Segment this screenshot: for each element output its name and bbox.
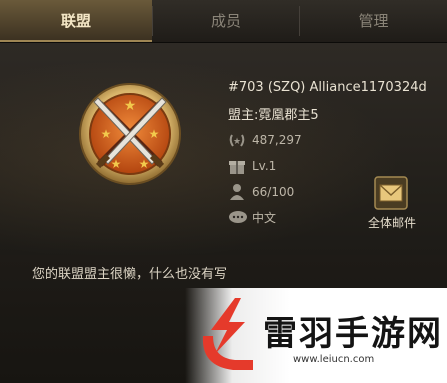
alliance-emblem-icon[interactable]: ★ ★ ★ ★ ★ (70, 72, 190, 196)
watermark-logo-icon (197, 296, 259, 378)
alliance-name: #703 (SZQ) Alliance1170324d (228, 80, 427, 95)
svg-text:★: ★ (139, 157, 150, 171)
tab-members[interactable]: 成员 (153, 0, 299, 42)
alliance-mail-button[interactable]: 全体邮件 (356, 176, 428, 232)
svg-text:★: ★ (101, 127, 112, 141)
svg-text:★: ★ (124, 98, 137, 114)
site-watermark: 雷羽手游网 www.leiucn.com (185, 288, 447, 383)
person-icon (228, 183, 246, 205)
alliance-description: 您的联盟盟主很懒，什么也没有写 (32, 267, 228, 282)
tab-alliance[interactable]: 联盟 (0, 0, 152, 42)
tab-manage[interactable]: 管理 (300, 0, 447, 42)
chat-bubble-icon (228, 209, 248, 231)
language-value: 中文 (252, 211, 277, 225)
tab-bar: 联盟 成员 管理 (0, 0, 447, 43)
gift-icon (228, 157, 246, 179)
power-laurel-icon: ★ (228, 131, 246, 153)
svg-text:★: ★ (111, 157, 122, 171)
svg-text:★: ★ (149, 127, 160, 141)
power-value: 487,297 (252, 133, 302, 147)
watermark-title: 雷羽手游网 (263, 314, 443, 354)
alliance-leader: 盟主:霓凰郡主5 (228, 108, 319, 123)
envelope-icon (374, 176, 408, 214)
watermark-url: www.leiucn.com (293, 354, 375, 365)
mail-label: 全体邮件 (367, 216, 416, 230)
level-value: Lv.1 (252, 159, 277, 173)
members-value: 66/100 (252, 185, 295, 199)
svg-text:★: ★ (233, 137, 241, 147)
